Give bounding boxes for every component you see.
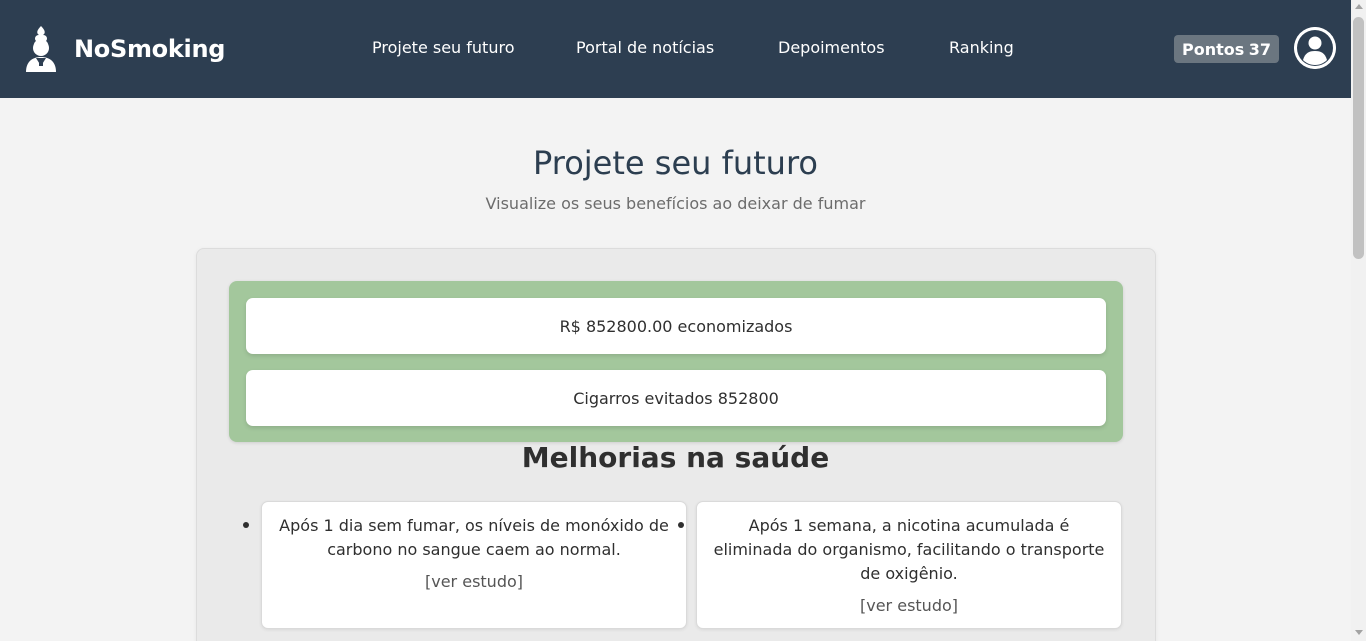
study-link[interactable]: [ver estudo] — [276, 570, 672, 594]
navbar: NoSmoking Projete seu futuro Portal de n… — [0, 0, 1351, 98]
page-title: Projete seu futuro — [533, 144, 818, 182]
list-bullet — [678, 522, 684, 528]
brand[interactable]: NoSmoking — [22, 24, 225, 74]
health-item-text: Após 1 semana, a nicotina acumulada é el… — [713, 516, 1105, 583]
points-badge: Pontos 37 — [1174, 35, 1279, 63]
points-label: Pontos — [1182, 39, 1245, 59]
user-avatar[interactable] — [1294, 27, 1336, 69]
health-item-card: Após 1 semana, a nicotina acumulada é el… — [696, 501, 1122, 629]
scroll-thumb[interactable] — [1353, 17, 1364, 259]
smoker-logo-icon — [26, 26, 56, 72]
scroll-down-arrow-icon[interactable] — [1355, 630, 1363, 635]
cigarettes-avoided-stat: Cigarros evitados 852800 — [246, 370, 1106, 426]
vertical-scrollbar[interactable] — [1351, 0, 1366, 641]
nav-link-depoimentos[interactable]: Depoimentos — [778, 38, 885, 57]
list-bullet — [243, 522, 249, 528]
nav-link-projete[interactable]: Projete seu futuro — [372, 38, 514, 57]
health-section-title: Melhorias na saúde — [521, 441, 830, 474]
brand-name: NoSmoking — [74, 35, 226, 63]
page-subtitle: Visualize os seus benefícios ao deixar d… — [485, 194, 866, 213]
health-item-card: Após 1 dia sem fumar, os níveis de monóx… — [261, 501, 687, 629]
points-value: 37 — [1248, 39, 1271, 59]
user-avatar-icon — [1294, 27, 1336, 69]
scroll-up-arrow-icon[interactable] — [1355, 4, 1363, 9]
study-link[interactable]: [ver estudo] — [711, 594, 1107, 618]
nav-link-noticias[interactable]: Portal de notícias — [576, 38, 714, 57]
nav-link-ranking[interactable]: Ranking — [949, 38, 1014, 57]
money-saved-stat: R$ 852800.00 economizados — [246, 298, 1106, 354]
health-item-text: Após 1 dia sem fumar, os níveis de monóx… — [279, 516, 669, 559]
